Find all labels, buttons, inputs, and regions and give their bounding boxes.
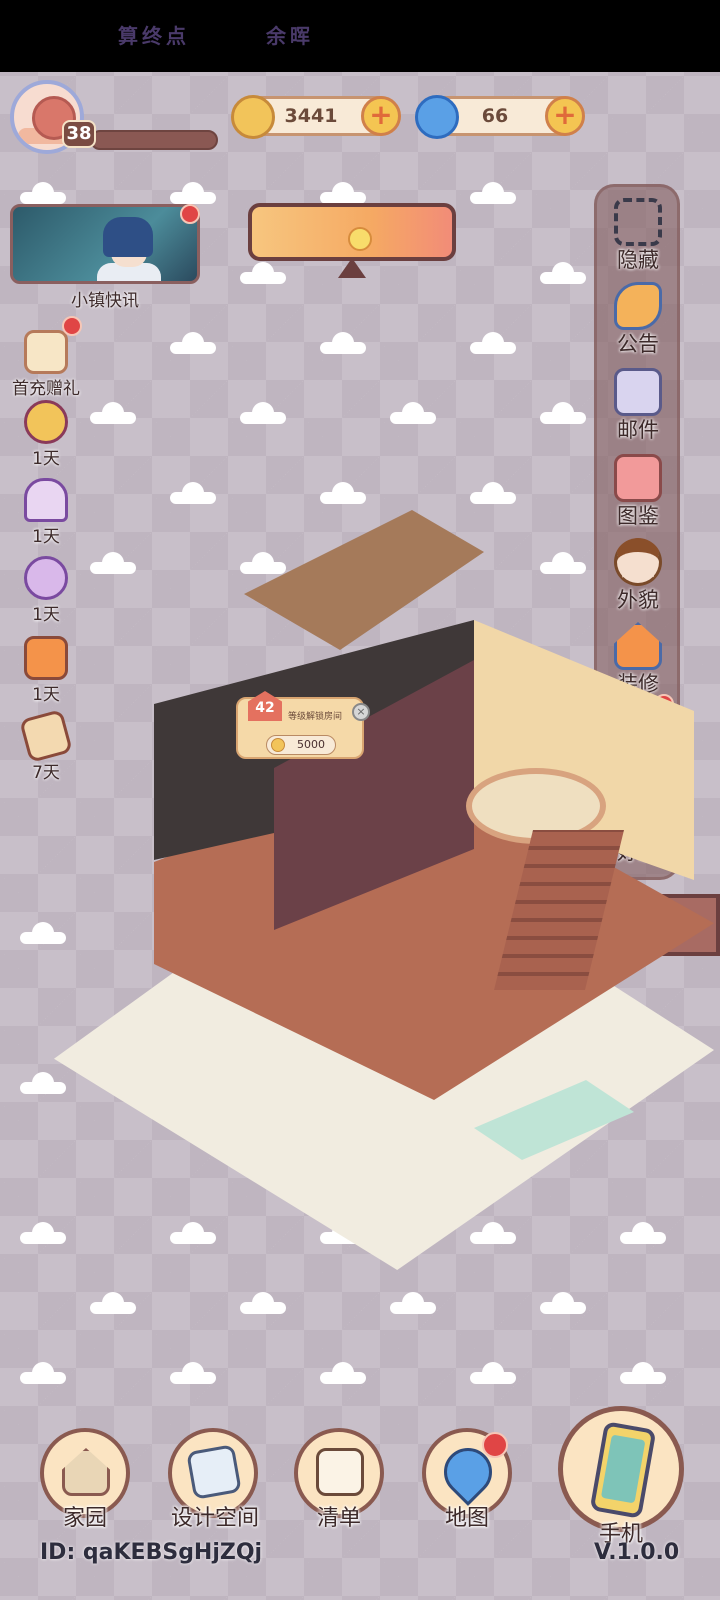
phone-icon xyxy=(589,1421,657,1519)
player-id: ID: qaKEBSgHjZQj xyxy=(40,1540,263,1565)
trophy-icon xyxy=(24,400,68,444)
unlock-cost-button[interactable]: 5000 xyxy=(266,735,336,755)
mail-icon xyxy=(614,368,662,416)
gift-envelope-icon xyxy=(24,330,68,374)
status-left-text: 算终点 xyxy=(118,24,190,48)
coin-icon xyxy=(271,738,285,752)
first-recharge-label: 首充赠礼 xyxy=(12,379,80,399)
coin-value: 3441 xyxy=(284,105,338,127)
xp-bar xyxy=(90,130,218,150)
gem-currency: 66 + xyxy=(415,95,585,139)
level-badge: 38 xyxy=(62,120,96,148)
gift-notification-dot xyxy=(62,316,82,336)
town-news-card[interactable] xyxy=(10,204,200,284)
map-notification-dot xyxy=(482,1432,508,1458)
home-icon xyxy=(62,1448,110,1496)
first-recharge-gift-button[interactable]: 首充赠礼 xyxy=(8,316,84,402)
add-coin-button[interactable]: + xyxy=(361,96,401,136)
version-label: V.1.0.0 xyxy=(594,1540,680,1565)
town-news-label: 小镇快讯 xyxy=(71,291,139,311)
hide-ui-button[interactable]: 隐藏 xyxy=(600,196,676,278)
room-unlock-popup[interactable]: 42 等级解锁房间 × 5000 xyxy=(236,691,370,759)
design-icon xyxy=(186,1444,242,1500)
nav-map-label: 地图 xyxy=(444,1506,489,1531)
announcement-icon xyxy=(614,282,662,330)
weather-panel[interactable] xyxy=(248,203,456,261)
hide-icon xyxy=(614,198,662,246)
unlock-cost-value: 5000 xyxy=(297,738,325,751)
news-notification-dot xyxy=(180,204,200,224)
close-popup-button[interactable]: × xyxy=(352,703,370,721)
gem-value: 66 xyxy=(481,105,509,127)
status-right-text: 余晖 xyxy=(266,24,314,48)
sun-icon xyxy=(348,227,372,251)
nav-list-label: 清单 xyxy=(316,1506,361,1531)
album-icon xyxy=(614,454,662,502)
coin-currency: 3441 + xyxy=(231,95,401,139)
hide-label: 隐藏 xyxy=(617,248,659,272)
announcement-button[interactable]: 公告 xyxy=(600,280,676,362)
house-scene[interactable] xyxy=(54,510,714,1270)
mail-label: 邮件 xyxy=(617,418,659,442)
nav-home-label: 家园 xyxy=(62,1506,107,1531)
add-gem-button[interactable]: + xyxy=(545,96,585,136)
list-icon xyxy=(316,1448,364,1496)
nav-phone-button[interactable] xyxy=(558,1406,684,1532)
announcement-label: 公告 xyxy=(617,332,659,356)
weather-pointer xyxy=(338,258,366,278)
event-trophy-button[interactable]: 1天 xyxy=(8,400,84,472)
nav-design-label: 设计空间 xyxy=(170,1506,259,1531)
event-trophy-timer: 1天 xyxy=(32,449,60,469)
unlock-text: 等级解锁房间 xyxy=(288,712,343,722)
mail-button[interactable]: 邮件 xyxy=(600,366,676,448)
status-bar: 算终点 余晖 xyxy=(0,0,720,72)
